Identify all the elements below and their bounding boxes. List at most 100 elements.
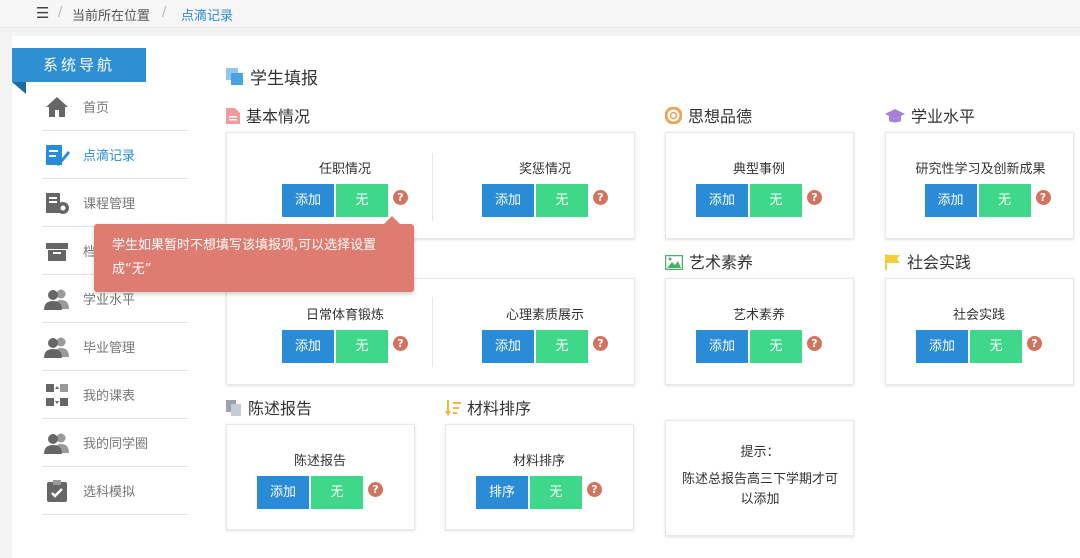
none-button[interactable]: 无 bbox=[536, 184, 588, 217]
lifebuoy-icon bbox=[664, 106, 683, 125]
menu-toggle-icon[interactable]: ☰ bbox=[36, 4, 49, 22]
item-label: 材料排序 bbox=[512, 454, 565, 469]
none-button[interactable]: 无 bbox=[750, 184, 802, 217]
breadcrumb-bar: ☰ / 当前所在位置 / 点滴记录 bbox=[0, 0, 1080, 28]
sidebar-item-courses[interactable]: 课程管理 bbox=[42, 179, 188, 227]
sidebar-item-subject-sim[interactable]: 选科模拟 bbox=[42, 467, 188, 515]
item-label: 艺术素养 bbox=[732, 308, 785, 323]
card-morality: 典型事例 添加无? bbox=[665, 132, 854, 239]
none-button[interactable]: 无 bbox=[336, 330, 388, 363]
sidebar-title-fold bbox=[12, 82, 26, 94]
help-icon[interactable]: ? bbox=[368, 482, 383, 497]
sidebar-item-home[interactable]: 首页 bbox=[42, 83, 188, 131]
archive-icon bbox=[46, 243, 68, 261]
section-title: 材料排序 bbox=[467, 399, 532, 418]
stack-icon bbox=[226, 68, 243, 85]
graduation-cap-icon bbox=[885, 109, 905, 123]
add-button[interactable]: 添加 bbox=[257, 476, 309, 509]
tooltip-text: 学生如果暂时不想填写该填报项,可以选择设置成“无” bbox=[112, 238, 377, 277]
help-icon[interactable]: ? bbox=[593, 190, 608, 205]
none-button[interactable]: 无 bbox=[978, 184, 1031, 217]
page-title: 学生填报 bbox=[226, 64, 318, 89]
section-title: 陈述报告 bbox=[248, 399, 313, 418]
section-title: 社会实践 bbox=[907, 253, 972, 272]
help-icon[interactable]: ? bbox=[807, 336, 822, 351]
add-button[interactable]: 添加 bbox=[282, 184, 334, 217]
edit-icon bbox=[46, 145, 70, 166]
section-art: 艺术素养 bbox=[664, 249, 754, 273]
add-button[interactable]: 添加 bbox=[282, 330, 334, 363]
tip-body: 陈述总报告高三下学期才可以添加 bbox=[681, 472, 838, 507]
item-label: 典型事例 bbox=[732, 162, 785, 177]
users-icon bbox=[44, 289, 69, 310]
help-icon[interactable]: ? bbox=[587, 482, 602, 497]
section-title: 思想品德 bbox=[688, 107, 753, 126]
copy-icon bbox=[226, 400, 241, 416]
add-button[interactable]: 添加 bbox=[916, 330, 968, 363]
item-exercise: 日常体育锻炼 添加无? bbox=[275, 306, 415, 363]
help-icon[interactable]: ? bbox=[593, 336, 608, 351]
sort-icon bbox=[445, 400, 461, 416]
breadcrumb-separator: / bbox=[58, 5, 63, 20]
add-button[interactable]: 添加 bbox=[482, 330, 534, 363]
tip-title: 提示： bbox=[740, 445, 780, 460]
swap-icon bbox=[46, 384, 68, 406]
sidebar-item-label: 点滴记录 bbox=[83, 149, 136, 164]
card-report: 陈述报告 添加无? bbox=[226, 424, 415, 530]
add-button[interactable]: 添加 bbox=[482, 184, 534, 217]
sidebar-item-records[interactable]: 点滴记录 bbox=[42, 131, 188, 179]
item-research: 研究性学习及创新成果 添加无? bbox=[886, 160, 1075, 217]
add-button[interactable]: 添加 bbox=[924, 184, 977, 217]
clipboard-icon bbox=[47, 480, 67, 502]
help-icon[interactable]: ? bbox=[393, 190, 408, 205]
home-icon bbox=[46, 97, 68, 117]
item-social: 社会实践 添加无? bbox=[904, 306, 1054, 363]
item-label: 心理素质展示 bbox=[505, 308, 584, 323]
item-typical-case: 典型事例 添加无? bbox=[684, 160, 834, 217]
help-icon[interactable]: ? bbox=[1035, 190, 1051, 205]
card-academic: 研究性学习及创新成果 添加无? bbox=[885, 132, 1074, 239]
help-icon[interactable]: ? bbox=[1027, 336, 1042, 351]
sidebar-item-classmates[interactable]: 我的同学圈 bbox=[42, 419, 188, 467]
sidebar-item-label: 毕业管理 bbox=[83, 341, 136, 356]
item-report: 陈述报告 添加无? bbox=[245, 452, 395, 509]
none-button[interactable]: 无 bbox=[970, 330, 1022, 363]
section-basic: 基本情况 bbox=[226, 103, 310, 127]
breadcrumb-page-link[interactable]: 点滴记录 bbox=[181, 5, 233, 24]
card-divider bbox=[432, 297, 433, 367]
sidebar-item-label: 选科模拟 bbox=[83, 485, 136, 500]
section-morality: 思想品德 bbox=[664, 103, 753, 127]
item-rewards: 奖惩情况 添加无? bbox=[475, 160, 615, 217]
item-label: 奖惩情况 bbox=[518, 162, 571, 177]
sidebar-item-label: 我的同学圈 bbox=[83, 437, 149, 452]
sort-button[interactable]: 排序 bbox=[476, 476, 528, 509]
sidebar-item-graduation[interactable]: 毕业管理 bbox=[42, 323, 188, 371]
card-art: 艺术素养 添加无? bbox=[665, 278, 854, 385]
sidebar: 系统导航 首页 点滴记录 课程管理 档 学业水平 毕业管理 我的课表 我的同学圈… bbox=[12, 36, 198, 558]
add-button[interactable]: 添加 bbox=[696, 330, 748, 363]
none-button[interactable]: 无 bbox=[530, 476, 582, 509]
help-icon[interactable]: ? bbox=[807, 190, 822, 205]
none-button[interactable]: 无 bbox=[311, 476, 363, 509]
tooltip-arrow bbox=[384, 216, 400, 224]
page-title-text: 学生填报 bbox=[250, 69, 318, 89]
sidebar-item-schedule[interactable]: 我的课表 bbox=[42, 371, 188, 419]
sidebar-item-label: 我的课表 bbox=[83, 389, 136, 404]
flag-icon bbox=[885, 254, 900, 270]
section-academic: 学业水平 bbox=[885, 103, 975, 127]
item-sort: 材料排序 排序无? bbox=[464, 452, 614, 509]
none-button[interactable]: 无 bbox=[750, 330, 802, 363]
add-button[interactable]: 添加 bbox=[696, 184, 748, 217]
card-basic-bottom: 日常体育锻炼 添加无? 心理素质展示 添加无? bbox=[226, 278, 635, 385]
section-title: 学业水平 bbox=[911, 107, 976, 126]
item-label: 日常体育锻炼 bbox=[305, 308, 384, 323]
section-title: 基本情况 bbox=[246, 107, 311, 126]
item-art: 艺术素养 添加无? bbox=[684, 306, 834, 363]
section-social: 社会实践 bbox=[885, 249, 971, 273]
users-icon bbox=[44, 433, 69, 454]
section-title: 艺术素养 bbox=[689, 253, 754, 272]
help-icon[interactable]: ? bbox=[393, 336, 408, 351]
none-button[interactable]: 无 bbox=[336, 184, 388, 217]
none-button[interactable]: 无 bbox=[536, 330, 588, 363]
breadcrumb-separator: / bbox=[162, 5, 167, 20]
